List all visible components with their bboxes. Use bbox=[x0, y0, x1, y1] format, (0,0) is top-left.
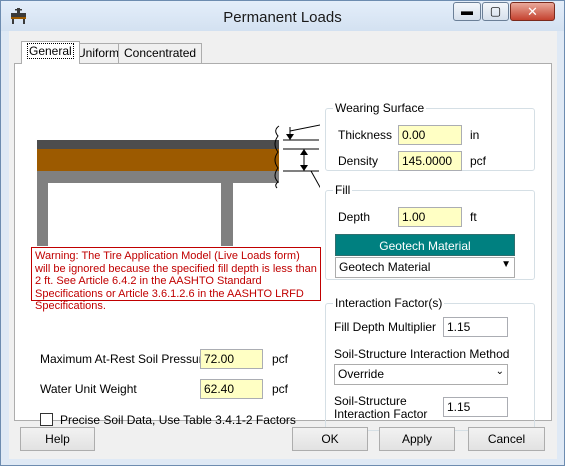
fill-depth-warning: Warning: The Tire Application Model (Liv… bbox=[31, 247, 321, 312]
depth-field[interactable]: 1.00 bbox=[398, 207, 462, 227]
fill-depth-multiplier-label: Fill Depth Multiplier bbox=[334, 320, 437, 334]
water-unit-weight-field[interactable]: 62.40 bbox=[200, 379, 263, 399]
tab-general[interactable]: General bbox=[21, 41, 80, 64]
permanent-loads-window: Permanent Loads ▬ ▢ ✕ General Uniform Co… bbox=[0, 0, 565, 466]
tab-general-label: General bbox=[27, 43, 74, 59]
tab-concentrated[interactable]: Concentrated bbox=[118, 43, 203, 63]
minimize-button[interactable]: ▬ bbox=[453, 2, 481, 21]
fill-legend: Fill bbox=[333, 183, 353, 197]
fill-depth-multiplier-value: 1.15 bbox=[447, 320, 471, 334]
precise-soil-label: Precise Soil Data, Use Table 3.4.1-2 Fac… bbox=[60, 413, 296, 427]
thickness-value: 0.00 bbox=[402, 128, 426, 142]
ok-button[interactable]: OK bbox=[292, 427, 368, 451]
maximize-button[interactable]: ▢ bbox=[482, 2, 509, 21]
culvert-section bbox=[37, 171, 279, 246]
close-icon: ✕ bbox=[527, 4, 538, 19]
interaction-factors-legend: Interaction Factor(s) bbox=[333, 296, 445, 310]
soil-pressure-field[interactable]: 72.00 bbox=[200, 349, 263, 369]
cancel-button[interactable]: Cancel bbox=[468, 427, 545, 451]
soil-pressure-label: Maximum At-Rest Soil Pressure bbox=[40, 352, 210, 366]
density-label: Density bbox=[338, 154, 379, 168]
dimension-arrow bbox=[300, 165, 308, 171]
geotech-material-value: Geotech Material bbox=[339, 260, 431, 274]
tab-concentrated-label: Concentrated bbox=[124, 46, 197, 60]
fill-depth-multiplier-field[interactable]: 1.15 bbox=[443, 317, 508, 337]
precise-soil-checkbox[interactable] bbox=[40, 413, 53, 426]
general-tab-panel: Wearing Surface Thickness 0.00 in Densit… bbox=[14, 63, 552, 431]
soil-pressure-value: 72.00 bbox=[204, 352, 235, 366]
dropdown-arrow-icon: ▼ bbox=[501, 259, 511, 270]
fill-leader bbox=[310, 170, 320, 189]
wearing-surface-leader bbox=[289, 124, 320, 132]
water-unit-weight-unit: pcf bbox=[272, 382, 289, 396]
ssi-factor-value: 1.15 bbox=[447, 400, 471, 414]
ssi-factor-label-line1: Soil-Structure bbox=[334, 394, 407, 408]
water-unit-weight-label: Water Unit Weight bbox=[40, 382, 137, 396]
tab-uniform-label: Uniform bbox=[77, 46, 120, 60]
apply-button[interactable]: Apply bbox=[379, 427, 455, 451]
depth-value: 1.00 bbox=[402, 210, 426, 224]
thickness-label: Thickness bbox=[338, 128, 393, 142]
close-button[interactable]: ✕ bbox=[510, 2, 555, 21]
density-field[interactable]: 145.0000 bbox=[398, 151, 462, 171]
ssi-method-value: Override bbox=[338, 367, 385, 381]
maximize-icon: ▢ bbox=[489, 4, 502, 18]
ssi-method-select[interactable]: Override ⌄ bbox=[334, 364, 508, 385]
culvert-diagram bbox=[37, 124, 320, 246]
geotech-material-select[interactable]: Geotech Material ▼ bbox=[335, 257, 515, 278]
chevron-down-icon: ⌄ bbox=[495, 366, 504, 377]
geotech-material-header: Geotech Material bbox=[335, 234, 515, 256]
wearing-surface-legend: Wearing Surface bbox=[333, 101, 427, 115]
ssi-method-label: Soil-Structure Interaction Method bbox=[334, 347, 510, 361]
depth-label: Depth bbox=[338, 210, 371, 224]
minimize-icon: ▬ bbox=[461, 4, 473, 18]
fill-layer bbox=[37, 149, 279, 171]
water-unit-weight-value: 62.40 bbox=[204, 382, 235, 396]
dialog-client-area: General Uniform Concentrated Wearing Sur… bbox=[9, 31, 557, 459]
density-value: 145.0000 bbox=[402, 154, 453, 168]
title-bar[interactable]: Permanent Loads ▬ ▢ ✕ bbox=[1, 1, 564, 31]
ssi-factor-field[interactable]: 1.15 bbox=[443, 397, 508, 417]
depth-unit: ft bbox=[470, 210, 477, 224]
dimension-arrow bbox=[286, 134, 294, 140]
dimension-arrow bbox=[300, 149, 308, 155]
help-button[interactable]: Help bbox=[20, 427, 95, 451]
density-unit: pcf bbox=[470, 154, 487, 168]
soil-pressure-unit: pcf bbox=[272, 352, 289, 366]
ssi-factor-label-line2: Interaction Factor bbox=[334, 407, 428, 421]
wearing-surface-layer bbox=[37, 140, 279, 149]
thickness-field[interactable]: 0.00 bbox=[398, 125, 462, 145]
thickness-unit: in bbox=[470, 128, 480, 142]
